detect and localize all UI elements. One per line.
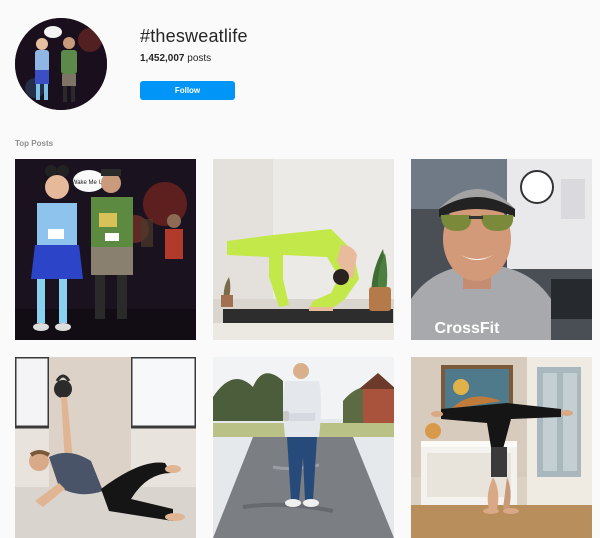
top-posts-heading: Top Posts bbox=[15, 139, 54, 148]
avatar-image bbox=[15, 18, 107, 110]
hashtag-title: #thesweatlife bbox=[140, 26, 248, 46]
post-count-label: posts bbox=[187, 53, 212, 64]
post-image-yoga bbox=[213, 159, 394, 340]
post-image-kettlebell bbox=[15, 357, 196, 538]
post-image-runners: Wake Me Up bbox=[15, 159, 196, 340]
post-count: 1,452,007 posts bbox=[140, 53, 211, 64]
post-image-handstand bbox=[411, 357, 592, 538]
post-image-driveway bbox=[213, 357, 394, 538]
hashtag-avatar bbox=[15, 18, 107, 110]
post-thumbnail-5[interactable] bbox=[213, 357, 394, 538]
post-thumbnail-3[interactable]: CrossFit bbox=[411, 159, 592, 340]
post-image-selfie: CrossFit bbox=[411, 159, 592, 340]
post-thumbnail-6[interactable] bbox=[411, 357, 592, 538]
post-thumbnail-4[interactable] bbox=[15, 357, 196, 538]
crossfit-shirt-text: CrossFit bbox=[435, 320, 501, 337]
post-count-value: 1,452,007 bbox=[140, 53, 185, 64]
post-thumbnail-1[interactable]: Wake Me Up bbox=[15, 159, 196, 340]
post-thumbnail-2[interactable] bbox=[213, 159, 394, 340]
follow-button[interactable]: Follow bbox=[140, 81, 235, 100]
